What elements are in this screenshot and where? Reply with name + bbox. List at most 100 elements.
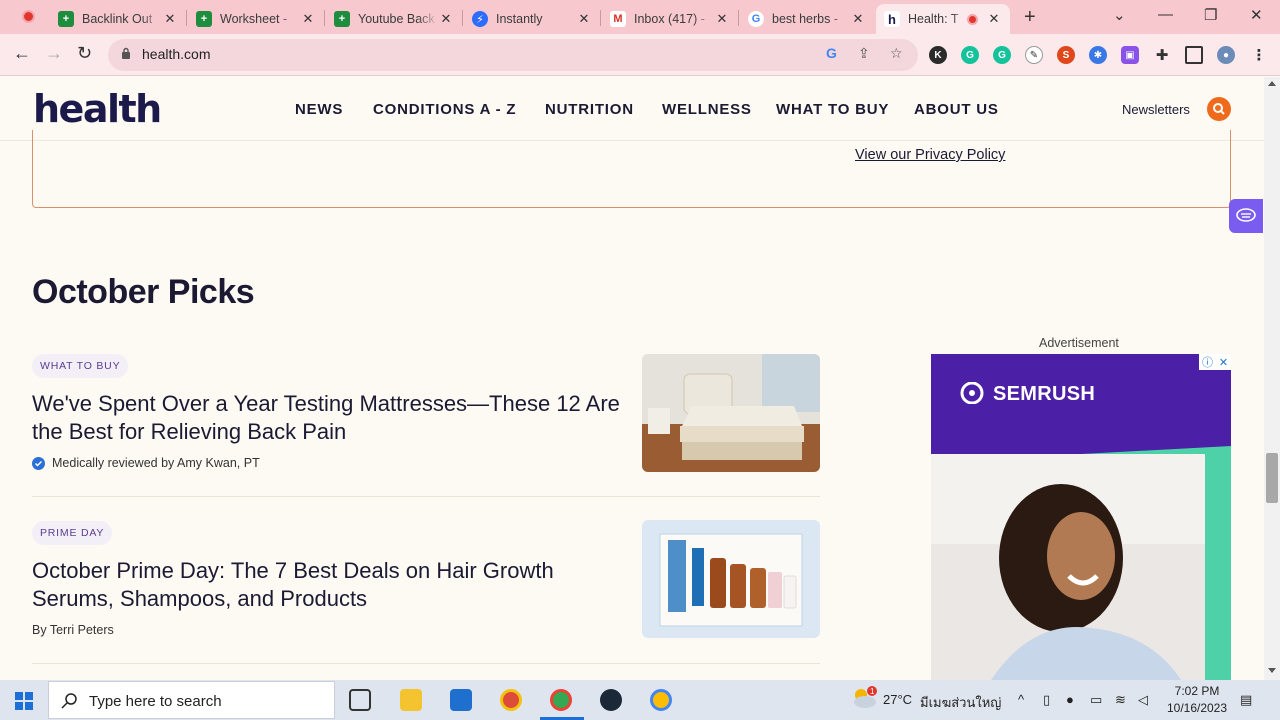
steam-icon[interactable] — [600, 689, 622, 711]
weather-cloudy-icon[interactable]: 1 — [850, 685, 878, 711]
profile-avatar[interactable]: ● — [1217, 46, 1235, 64]
nav-conditions[interactable]: CONDITIONS A - Z — [373, 101, 516, 118]
windows-taskbar: Type here to search 1 27°C มีเมฆส่วนใหญ่… — [0, 680, 1280, 720]
tab-instantly[interactable]: ⚡ Instantly ✕ — [464, 4, 600, 34]
tray-expand-icon[interactable]: ^ — [1018, 692, 1024, 707]
tab-search-chevron-icon[interactable]: ⌄ — [1113, 6, 1126, 24]
clock-date: 10/16/2023 — [1166, 701, 1228, 715]
close-icon[interactable]: ✕ — [850, 11, 866, 27]
grammarly-icon[interactable]: G — [961, 46, 979, 64]
close-icon[interactable]: ✕ — [714, 11, 730, 27]
close-window-icon[interactable]: ✕ — [1250, 6, 1263, 24]
restore-icon[interactable]: ❐ — [1204, 6, 1217, 24]
article-headline[interactable]: October Prime Day: The 7 Best Deals on H… — [32, 557, 622, 613]
newsletters-link[interactable]: Newsletters — [1122, 102, 1190, 117]
close-icon[interactable]: ✕ — [300, 11, 316, 27]
reload-icon[interactable]: ↻ — [77, 43, 92, 64]
article-tag[interactable]: WHAT TO BUY — [32, 354, 129, 378]
gmail-icon: M — [610, 11, 626, 27]
taskbar-clock[interactable]: 7:02 PM 10/16/2023 — [1160, 683, 1234, 717]
recording-icon[interactable] — [22, 10, 35, 23]
tab-youtube-backlinks[interactable]: + Youtube Back ✕ — [326, 4, 462, 34]
weather-temp[interactable]: 27°C — [883, 692, 912, 707]
article-headline[interactable]: We've Spent Over a Year Testing Mattress… — [32, 390, 622, 446]
tab-gmail[interactable]: M Inbox (417) - ✕ — [602, 4, 738, 34]
byline-text: By Terri Peters — [32, 623, 114, 637]
nav-nutrition[interactable]: NUTRITION — [545, 101, 634, 118]
search-icon — [61, 693, 77, 709]
seo-extension-icon[interactable]: S — [1057, 46, 1075, 64]
semrush-ad[interactable]: ⓘ ✕ SEMRUSH — [931, 354, 1231, 680]
volume-icon[interactable]: ◁ — [1138, 692, 1148, 708]
verified-check-icon — [32, 456, 45, 470]
tab-backlink[interactable]: + Backlink Out ✕ — [50, 4, 186, 34]
scroll-up-icon[interactable] — [1268, 81, 1276, 86]
svg-text:1: 1 — [870, 687, 875, 696]
notifications-icon[interactable]: ▤ — [1240, 692, 1252, 708]
tab-health[interactable]: h Health: T ✕ — [876, 4, 1010, 34]
taskbar-search-box[interactable]: Type here to search — [48, 681, 335, 719]
share-icon[interactable]: ⇪ — [858, 45, 870, 62]
chrome-profile-icon[interactable] — [650, 689, 672, 711]
menu-kebab-icon[interactable]: ⋮ — [1250, 46, 1268, 64]
search-button[interactable] — [1207, 97, 1231, 121]
close-icon[interactable]: ✕ — [162, 11, 178, 27]
ad-info-icon[interactable]: ⓘ — [1202, 354, 1213, 370]
side-panel-icon[interactable] — [1185, 46, 1203, 64]
article-tag[interactable]: PRIME DAY — [32, 521, 113, 545]
browser-toolbar: ← → ↻ health.com G ⇪ ☆ — [0, 34, 1280, 76]
weather-location[interactable]: มีเมฆส่วนใหญ่ — [920, 692, 1001, 713]
back-icon[interactable]: ← — [13, 43, 31, 64]
extension-k-icon[interactable]: K — [929, 46, 947, 64]
hair-products-thumbnail[interactable] — [642, 520, 820, 638]
tab-google-search[interactable]: G best herbs - ✕ — [740, 4, 874, 34]
new-tab-icon[interactable]: + — [1024, 6, 1036, 29]
close-icon[interactable]: ✕ — [438, 11, 454, 27]
tab-worksheet[interactable]: + Worksheet - ✕ — [188, 4, 324, 34]
nav-what-to-buy[interactable]: WHAT TO BUY — [776, 101, 889, 118]
google-lens-icon[interactable]: G — [826, 45, 837, 61]
microphone-icon[interactable]: ● — [1066, 692, 1074, 707]
windows-start-icon[interactable] — [15, 692, 33, 710]
chrome-active-icon[interactable] — [550, 689, 572, 711]
extensions-puzzle-icon[interactable]: ✚ — [1153, 46, 1171, 64]
close-icon[interactable]: ✕ — [576, 11, 592, 27]
extension-chat-icon[interactable]: ▣ — [1121, 46, 1139, 64]
taskbar-search-placeholder: Type here to search — [89, 693, 222, 710]
privacy-policy-link[interactable]: View our Privacy Policy — [855, 147, 1005, 163]
bookmark-star-icon[interactable]: ☆ — [890, 45, 903, 62]
extension-gear-icon[interactable]: ✱ — [1089, 46, 1107, 64]
close-icon[interactable]: ✕ — [986, 11, 1002, 27]
minimize-icon[interactable]: — — [1158, 6, 1173, 23]
chat-widget[interactable] — [1229, 199, 1263, 233]
nav-news[interactable]: NEWS — [295, 101, 343, 118]
scrollbar-track[interactable] — [1264, 77, 1280, 680]
lock-icon — [122, 47, 130, 59]
chrome-icon[interactable] — [500, 689, 522, 711]
google-icon: G — [748, 11, 764, 27]
forward-icon[interactable]: → — [45, 43, 63, 64]
extension-pen-icon[interactable]: ✎ — [1025, 46, 1043, 64]
ad-close-icon[interactable]: ✕ — [1219, 356, 1228, 369]
tab-title: Youtube Back — [358, 12, 435, 26]
article-byline: By Terri Peters — [32, 623, 114, 637]
tray-device-icon[interactable]: ▯ — [1043, 692, 1050, 708]
scrollbar-thumb[interactable] — [1266, 453, 1278, 503]
ad-choices-badge[interactable]: ⓘ ✕ — [1199, 354, 1231, 370]
tab-title: Health: T — [908, 12, 959, 26]
nav-about-us[interactable]: ABOUT US — [914, 101, 999, 118]
wifi-icon[interactable]: ≋ — [1115, 692, 1126, 708]
battery-icon[interactable]: ▭ — [1090, 692, 1102, 708]
grammarly-alt-icon[interactable]: G — [993, 46, 1011, 64]
mail-icon[interactable] — [450, 689, 472, 711]
mattress-thumbnail[interactable] — [642, 354, 820, 472]
task-view-icon[interactable] — [349, 689, 371, 711]
divider — [32, 663, 820, 664]
site-logo[interactable]: health — [33, 87, 162, 131]
nav-wellness[interactable]: WELLNESS — [662, 101, 752, 118]
address-bar[interactable]: health.com G ⇪ ☆ — [108, 39, 918, 71]
ad-label: Advertisement — [1039, 336, 1119, 350]
tab-title: Worksheet - — [220, 12, 288, 26]
file-explorer-icon[interactable] — [400, 689, 422, 711]
scroll-down-icon[interactable] — [1268, 668, 1276, 673]
